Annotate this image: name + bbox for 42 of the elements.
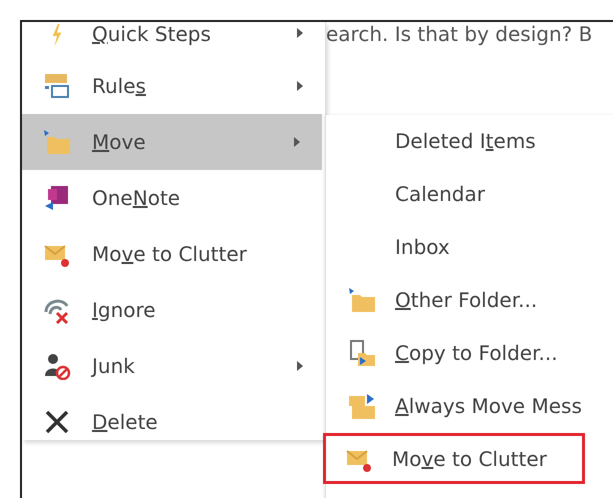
submenu-arrow-icon — [297, 28, 303, 38]
person-blocked-icon — [43, 352, 71, 380]
menu-item-label: OneNote — [92, 186, 180, 210]
menu-item[interactable]: Move — [22, 114, 322, 170]
menu-item-label: Move to Clutter — [92, 242, 247, 266]
rules-icon — [43, 72, 71, 100]
menu-item-label: Ignore — [92, 298, 156, 322]
menu-item-label: Deleted Items — [395, 128, 536, 152]
menu-item[interactable]: OneNote — [22, 170, 325, 226]
menu-item-label: Quick Steps — [92, 22, 211, 46]
menu-item[interactable]: Deleted Items — [326, 115, 596, 166]
menu-item-label: Delete — [92, 410, 158, 434]
submenu-arrow-icon — [297, 361, 303, 371]
menu-item-label: Copy to Folder... — [395, 340, 558, 364]
menu-item[interactable]: Inbox — [326, 221, 596, 272]
menu-item[interactable]: Quick Steps — [22, 22, 325, 58]
menu-item-label: Always Move Mess — [395, 394, 582, 418]
menu-item[interactable]: Always Move Mess — [326, 380, 596, 431]
menu-item[interactable]: Other Folder... — [326, 274, 596, 325]
menu-item[interactable]: Junk — [22, 338, 325, 394]
menu-item[interactable]: Calendar — [326, 168, 596, 219]
menu-item-label: Calendar — [395, 182, 485, 206]
copy-folder-icon — [348, 338, 376, 366]
menu-item[interactable]: Move to Clutter — [22, 226, 325, 282]
menu-item[interactable]: Rules — [22, 58, 325, 114]
notebook-icon — [43, 184, 71, 212]
menu-item[interactable]: Copy to Folder... — [326, 327, 596, 378]
submenu-arrow-icon — [294, 137, 300, 147]
menu-item-label: Move to Clutter — [392, 446, 547, 470]
menu-item[interactable]: Move to Clutter — [323, 433, 585, 484]
submenu-arrow-icon — [297, 81, 303, 91]
menu-item-label: Junk — [92, 354, 135, 378]
menu-item-label: Rules — [92, 74, 146, 98]
message-text: earch. Is that by design? B — [326, 22, 592, 46]
folder-icon — [348, 286, 376, 314]
menu-item-label: Move — [92, 130, 146, 154]
menu-item-label: Inbox — [395, 234, 450, 258]
folder-icon — [43, 128, 71, 156]
close-icon — [43, 408, 71, 436]
menu-item[interactable]: Ignore — [22, 282, 325, 338]
menu-item[interactable]: Delete — [22, 394, 325, 450]
menu-item-label: Other Folder... — [395, 288, 538, 312]
